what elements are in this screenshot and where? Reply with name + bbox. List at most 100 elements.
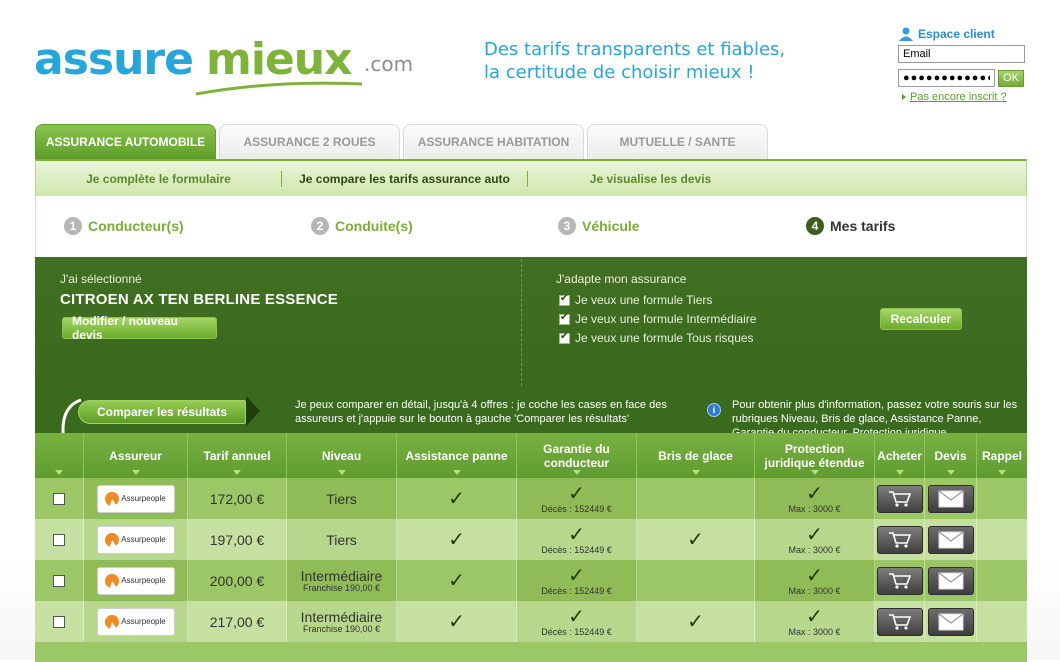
col-garantie[interactable]: Garantie du conducteur [517, 433, 637, 478]
annual-price: 217,00 € [209, 613, 265, 630]
insurer-name: Assurpeople [121, 535, 166, 544]
bris-cell[interactable]: ✓ [637, 601, 755, 642]
formula-tous-risques-checkbox[interactable] [559, 331, 570, 344]
table-body: Assurpeople 172,00 € Tiers ✓ ✓ Décès : 152449… [35, 478, 1027, 662]
step-conducteurs[interactable]: 1 Conducteur(s) [64, 217, 184, 235]
register-link[interactable]: Pas encore inscrit ? [898, 91, 1058, 103]
garantie-cell[interactable]: ✓ Décès : 152449 € [517, 478, 637, 519]
insurer-logo[interactable]: Assurpeople [96, 525, 175, 554]
sort-arrow-icon [233, 470, 241, 475]
bris-cell[interactable]: ✓ [637, 519, 755, 560]
formula-intermediaire-checkbox[interactable] [559, 312, 570, 325]
step-conduites[interactable]: 2 Conduite(s) [311, 217, 413, 235]
level-cell[interactable]: Intermédiaire Franchise 190,00 € [287, 601, 397, 642]
annual-price: 197,00 € [209, 531, 265, 548]
formula-intermediaire-option[interactable]: Je veux une formule Intermédiaire [559, 312, 756, 326]
email-field[interactable] [898, 45, 1025, 63]
step-vehicule[interactable]: 3 Véhicule [558, 217, 640, 235]
logo[interactable]: assure mieux .com [34, 34, 414, 100]
buy-button[interactable] [876, 607, 923, 636]
client-login: Espace client OK Pas encore inscrit ? [898, 26, 1058, 103]
step-label: Conduite(s) [335, 218, 413, 234]
password-field[interactable] [898, 69, 995, 87]
protection-cell[interactable]: ✓ Max : 3000 € [755, 601, 875, 642]
table-row: Assurpeople 172,00 € Tiers ✓ ✓ Décès : 152449… [35, 478, 1027, 519]
protection-detail: Max : 3000 € [788, 544, 841, 555]
tagline: Des tarifs transparents et fiables, la c… [484, 38, 785, 84]
callback-cell [977, 519, 1027, 560]
garantie-cell[interactable]: ✓ Décès : 152449 € [517, 560, 637, 601]
compare-checkbox[interactable] [53, 615, 65, 628]
formula-tous-risques-option[interactable]: Je veux une formule Tous risques [559, 331, 754, 345]
garantie-cell[interactable]: ✓ Décès : 152449 € [517, 519, 637, 560]
garantie-detail: Décès : 152449 € [541, 503, 612, 514]
tab-assurance-automobile[interactable]: ASSURANCE AUTOMOBILE [35, 124, 216, 159]
level-cell[interactable]: Tiers [287, 519, 397, 560]
insurer-logo[interactable]: Assurpeople [96, 566, 175, 595]
level-cell[interactable]: Intermédiaire Franchise 190,00 € [287, 560, 397, 601]
compare-checkbox[interactable] [53, 574, 65, 587]
tab-assurance-2-roues[interactable]: ASSURANCE 2 ROUES [219, 124, 400, 159]
insurer-logo[interactable]: Assurpeople [96, 607, 175, 636]
col-tarif[interactable]: Tarif annuel [188, 433, 287, 478]
client-space-title[interactable]: Espace client [898, 26, 1058, 42]
login-ok-button[interactable]: OK [998, 69, 1024, 87]
col-assistance[interactable]: Assistance panne [397, 433, 517, 478]
quote-button[interactable] [927, 607, 974, 636]
coverage-level: Intermédiaire [300, 608, 383, 625]
bris-cell[interactable] [637, 560, 755, 601]
col-assureur[interactable]: Assureur [84, 433, 188, 478]
protection-cell[interactable]: ✓ Max : 3000 € [755, 560, 875, 601]
garantie-cell[interactable]: ✓ Décès : 152449 € [517, 601, 637, 642]
compare-checkbox[interactable] [53, 533, 65, 546]
compare-pointer-icon [246, 396, 260, 426]
col-niveau[interactable]: Niveau [287, 433, 397, 478]
buy-button[interactable] [876, 566, 923, 595]
annual-price: 200,00 € [209, 572, 265, 589]
select-cell [35, 519, 84, 560]
col-select[interactable] [35, 433, 84, 478]
buy-button[interactable] [876, 525, 923, 554]
recalculate-button[interactable]: Recalculer [880, 308, 962, 330]
buy-button[interactable] [876, 484, 923, 513]
quote-button[interactable] [927, 566, 974, 595]
formula-tiers-checkbox[interactable] [559, 293, 570, 306]
assistance-cell[interactable]: ✓ [397, 478, 517, 519]
subnav-formulaire[interactable]: Je complète le formulaire [36, 172, 281, 186]
assistance-cell[interactable]: ✓ [397, 560, 517, 601]
envelope-icon [938, 490, 963, 507]
subnav-comparer[interactable]: Je compare les tarifs assurance auto [282, 172, 527, 186]
col-tarif-label: Tarif annuel [203, 448, 271, 463]
callback-cell [977, 478, 1027, 519]
tab-mutuelle-sante[interactable]: MUTUELLE / SANTE [587, 124, 768, 159]
step-number: 2 [311, 217, 329, 235]
assistance-cell[interactable]: ✓ [397, 519, 517, 560]
level-cell[interactable]: Tiers [287, 478, 397, 519]
garantie-detail: Décès : 152449 € [541, 544, 612, 555]
protection-cell[interactable]: ✓ Max : 3000 € [755, 478, 875, 519]
formula-tiers-option[interactable]: Je veux une formule Tiers [559, 293, 712, 307]
insurer-logo-mark-icon [105, 532, 120, 547]
subnav-devis[interactable]: Je visualise les devis [528, 172, 773, 186]
col-devis-label: Devis [934, 448, 967, 463]
sort-arrow-icon [55, 470, 63, 475]
insurer-logo[interactable]: Assurpeople [96, 484, 175, 513]
modify-quote-button[interactable]: Modifier / nouveau devis [62, 314, 217, 342]
table-row: Assurpeople 197,00 € Tiers ✓ ✓ Décès : 152449… [35, 519, 1027, 560]
quote-button[interactable] [927, 525, 974, 554]
protection-cell[interactable]: ✓ Max : 3000 € [755, 519, 875, 560]
check-icon: ✓ [448, 528, 465, 551]
quote-button[interactable] [927, 484, 974, 513]
compare-checkbox[interactable] [53, 492, 65, 505]
tab-assurance-habitation[interactable]: ASSURANCE HABITATION [403, 124, 584, 159]
info-icon: i [707, 403, 721, 417]
compare-results-button[interactable]: Comparer les résultats [78, 400, 246, 424]
col-assureur-label: Assureur [109, 448, 162, 463]
assistance-cell[interactable]: ✓ [397, 601, 517, 642]
deductible: Franchise 190,00 € [302, 582, 381, 593]
compare-instructions: Je peux comparer en détail, jusqu'à 4 of… [295, 399, 667, 425]
col-bris[interactable]: Bris de glace [637, 433, 755, 478]
envelope-icon [938, 572, 963, 589]
bris-cell[interactable] [637, 478, 755, 519]
col-protection[interactable]: Protection juridique étendue [755, 433, 875, 478]
